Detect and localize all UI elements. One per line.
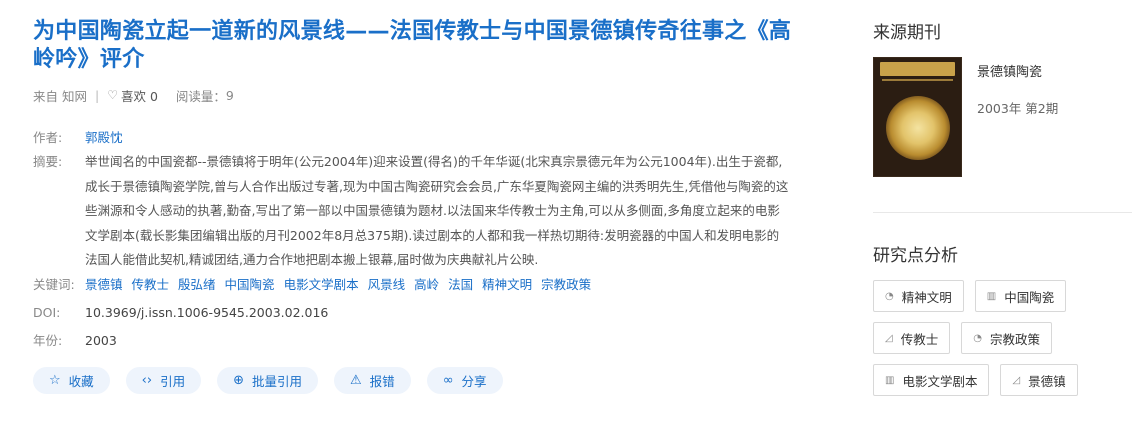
heart-icon[interactable]: ♡ xyxy=(107,88,118,102)
research-tag-label: 宗教政策 xyxy=(989,331,1040,347)
pie-chart-icon: ◔ xyxy=(885,290,894,302)
meta-separator: | xyxy=(94,87,100,103)
research-tag[interactable]: ◿ 传教士 xyxy=(873,322,951,354)
keywords-row: 关键词: 景德镇 传教士 殷弘绪 中国陶瓷 电影文学剧本 风景线 高岭 法国 精… xyxy=(33,273,793,297)
keyword-link[interactable]: 殷弘绪 xyxy=(178,273,216,297)
like-count[interactable]: 喜欢 0 xyxy=(121,86,158,105)
read-count-label: 阅读量： xyxy=(175,88,226,104)
share-label: 分享 xyxy=(461,373,487,389)
research-tag-label: 传教士 xyxy=(900,331,939,347)
journal-card[interactable]: 景德镇陶瓷 2003年 第2期 xyxy=(873,57,1132,177)
favorite-label: 收藏 xyxy=(68,373,94,389)
author-label: 作者: xyxy=(33,130,63,145)
author-row: 作者: 郭殿忱 xyxy=(33,126,793,150)
year-row: 年份: 2003 xyxy=(33,329,793,353)
cover-masthead xyxy=(880,62,955,76)
keyword-link[interactable]: 法国 xyxy=(448,273,473,297)
keyword-link[interactable]: 风景线 xyxy=(368,273,406,297)
article-main: 为中国陶瓷立起一道新的风景线——法国传教士与中国景德镇传奇往事之《高岭吟》评介 … xyxy=(33,18,793,394)
cite-button[interactable]: ‹› 引用 xyxy=(125,366,202,394)
pie-chart-icon: ◔ xyxy=(973,332,982,344)
divider xyxy=(873,212,1132,213)
research-tag[interactable]: ▥ 电影文学剧本 xyxy=(873,364,990,396)
read-count: 9 xyxy=(225,87,234,103)
cover-plate-image xyxy=(886,96,950,160)
article-title[interactable]: 为中国陶瓷立起一道新的风景线——法国传教士与中国景德镇传奇往事之《高岭吟》评介 xyxy=(33,18,793,74)
research-tag[interactable]: ▥ 中国陶瓷 xyxy=(974,280,1067,312)
research-tag-label: 精神文明 xyxy=(901,289,952,305)
keywords-label: 关键词: xyxy=(33,276,75,292)
share-button[interactable]: ∞ 分享 xyxy=(426,366,503,394)
keyword-link[interactable]: 宗教政策 xyxy=(541,273,591,297)
analysis-heading: 研究点分析 xyxy=(873,246,958,266)
research-tag-label: 景德镇 xyxy=(1028,373,1066,389)
batch-cite-label: 批量引用 xyxy=(252,373,303,389)
bar-chart-icon: ▥ xyxy=(885,374,895,386)
journal-info: 景德镇陶瓷 2003年 第2期 xyxy=(977,57,1058,177)
source-journal-heading: 来源期刊 xyxy=(873,23,941,43)
share-icon: ∞ xyxy=(442,372,454,388)
research-tag-label: 中国陶瓷 xyxy=(1004,289,1055,305)
keyword-link[interactable]: 景德镇 xyxy=(85,273,123,297)
keyword-link[interactable]: 传教士 xyxy=(132,273,170,297)
year-value: 2003 xyxy=(85,332,117,348)
batch-cite-button[interactable]: ⊕ 批量引用 xyxy=(217,366,319,394)
research-tag-label: 电影文学剧本 xyxy=(902,373,978,389)
author-link[interactable]: 郭殿忱 xyxy=(85,126,123,150)
year-label: 年份: xyxy=(33,332,63,348)
research-tag[interactable]: ◔ 宗教政策 xyxy=(961,322,1052,354)
article-fields: 作者: 郭殿忱 摘要: 举世闻名的中国瓷都--景德镇将于明年(公元2004年)迎… xyxy=(33,126,793,353)
area-chart-icon: ◿ xyxy=(885,332,893,344)
source-label: 来自 知网 xyxy=(33,88,87,104)
journal-cover-image[interactable] xyxy=(873,57,962,177)
keyword-link[interactable]: 电影文学剧本 xyxy=(284,273,359,297)
report-error-button[interactable]: ⚠ 报错 xyxy=(334,366,411,394)
code-icon: ‹› xyxy=(141,372,153,388)
star-icon: ☆ xyxy=(49,372,61,388)
cover-rule xyxy=(882,79,953,81)
batch-icon: ⊕ xyxy=(233,372,244,388)
abstract-text: 举世闻名的中国瓷都--景德镇将于明年(公元2004年)迎来设置(得名)的千年华诞… xyxy=(85,154,789,267)
area-chart-icon: ◿ xyxy=(1012,374,1021,386)
research-tags: ◔ 精神文明 ▥ 中国陶瓷 ◿ 传教士 ◔ 宗教政策 ▥ 电影文学剧本 ◿ 景德… xyxy=(873,280,1113,396)
keyword-list: 景德镇 传教士 殷弘绪 中国陶瓷 电影文学剧本 风景线 高岭 法国 精神文明 宗… xyxy=(85,273,591,297)
keyword-link[interactable]: 中国陶瓷 xyxy=(225,273,275,297)
journal-name[interactable]: 景德镇陶瓷 xyxy=(977,61,1058,80)
keyword-link[interactable]: 高岭 xyxy=(414,273,439,297)
research-tag[interactable]: ◔ 精神文明 xyxy=(873,280,964,312)
doi-value: 10.3969/j.issn.1006-9545.2003.02.016 xyxy=(85,304,329,320)
action-bar: ☆ 收藏 ‹› 引用 ⊕ 批量引用 ⚠ 报错 ∞ 分享 xyxy=(33,366,793,394)
report-error-label: 报错 xyxy=(369,373,395,389)
favorite-button[interactable]: ☆ 收藏 xyxy=(33,366,110,394)
doi-label: DOI: xyxy=(33,304,61,320)
abstract-label: 摘要: xyxy=(33,154,63,169)
keyword-link[interactable]: 精神文明 xyxy=(482,273,532,297)
warning-icon: ⚠ xyxy=(350,372,362,388)
article-meta: 来自 知网 | ♡ 喜欢 0 阅读量： 9 xyxy=(33,86,793,104)
research-tag[interactable]: ◿ 景德镇 xyxy=(1000,364,1078,396)
abstract-row: 摘要: 举世闻名的中国瓷都--景德镇将于明年(公元2004年)迎来设置(得名)的… xyxy=(33,150,793,273)
sidebar: 来源期刊 景德镇陶瓷 2003年 第2期 研究点分析 ◔ 精神文明 ▥ 中国陶瓷… xyxy=(873,18,1132,396)
bar-chart-icon: ▥ xyxy=(986,290,997,302)
journal-issue: 2003年 第2期 xyxy=(977,101,1059,116)
cite-label: 引用 xyxy=(160,373,186,389)
doi-row: DOI: 10.3969/j.issn.1006-9545.2003.02.01… xyxy=(33,301,793,325)
